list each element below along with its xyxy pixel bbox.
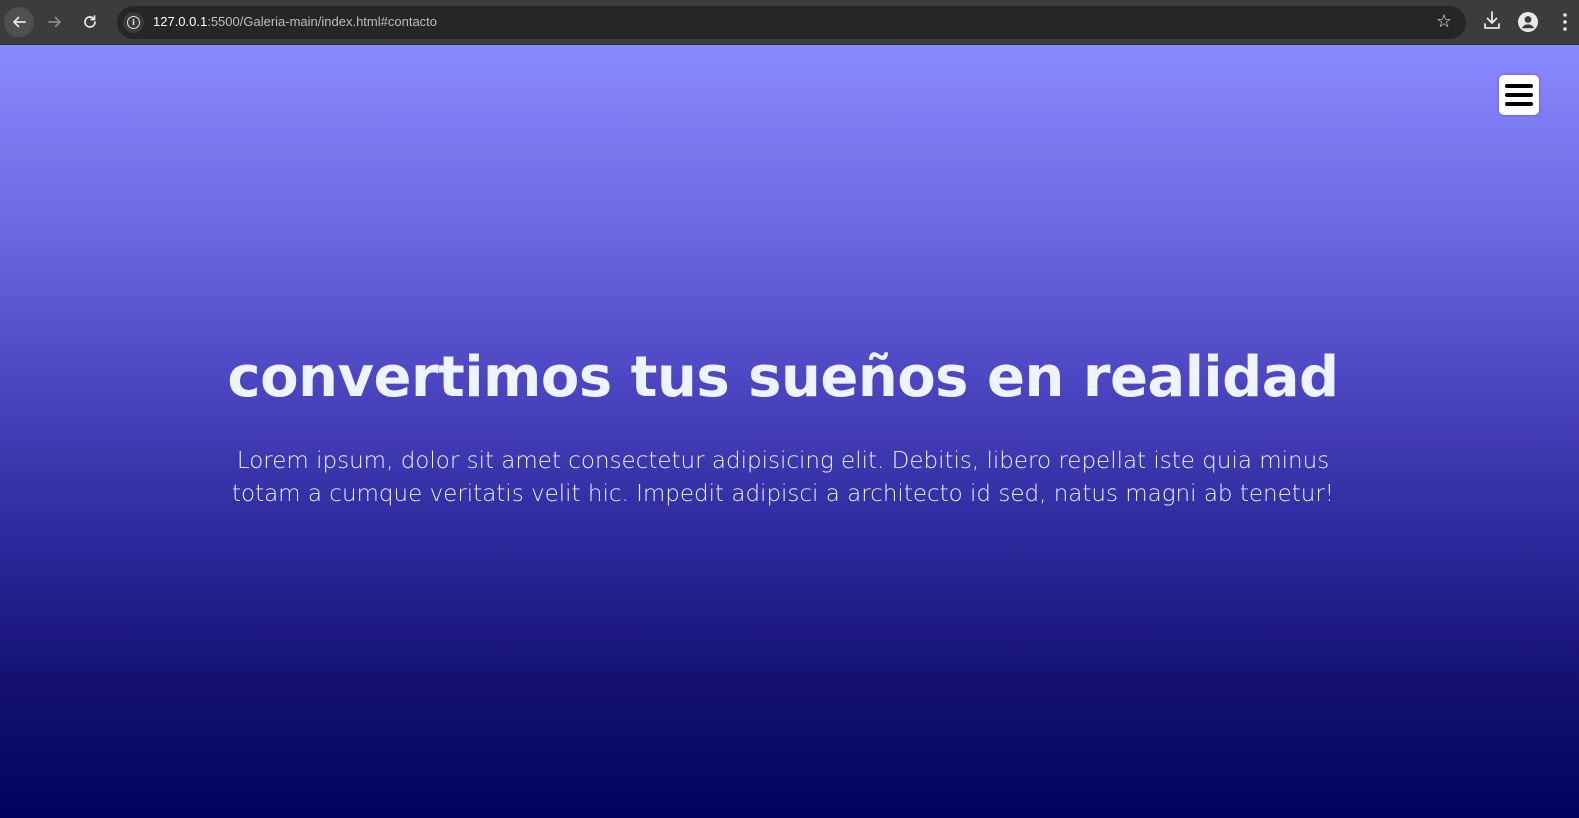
download-icon[interactable] [1482, 10, 1502, 36]
hamburger-menu-icon [1505, 93, 1533, 97]
site-info-button[interactable]: i [123, 12, 144, 33]
hamburger-menu-icon [1505, 84, 1533, 88]
hamburger-menu-icon [1505, 102, 1533, 106]
profile-icon[interactable] [1517, 11, 1539, 37]
url-host: 127.0.0.1 [153, 14, 208, 29]
reload-button[interactable] [75, 7, 105, 37]
arrow-right-icon [48, 16, 61, 28]
info-icon: i [127, 16, 140, 29]
back-button[interactable] [4, 7, 34, 37]
arrow-left-icon [13, 16, 26, 28]
url-text[interactable]: 127.0.0.1:5500/Galeria-main/index.html#c… [153, 14, 437, 29]
forward-button[interactable] [40, 7, 70, 37]
reload-icon [84, 15, 96, 28]
hamburger-menu-button[interactable] [1499, 75, 1539, 115]
bookmark-star-icon[interactable]: ☆ [1436, 11, 1452, 32]
browser-toolbar: i 127.0.0.1:5500/Galeria-main/index.html… [0, 0, 1579, 45]
vertical-dots-icon[interactable] [1562, 12, 1568, 36]
address-bar[interactable]: i 127.0.0.1:5500/Galeria-main/index.html… [117, 6, 1466, 39]
hero-title: convertimos tus sueños en realidad [227, 345, 1339, 410]
hero-section: convertimos tus sueños en realidad Lorem… [0, 45, 1579, 818]
hero-description: Lorem ipsum, dolor sit amet consectetur … [231, 448, 1335, 507]
url-path: :5500/Galeria-main/index.html#contacto [207, 14, 438, 29]
